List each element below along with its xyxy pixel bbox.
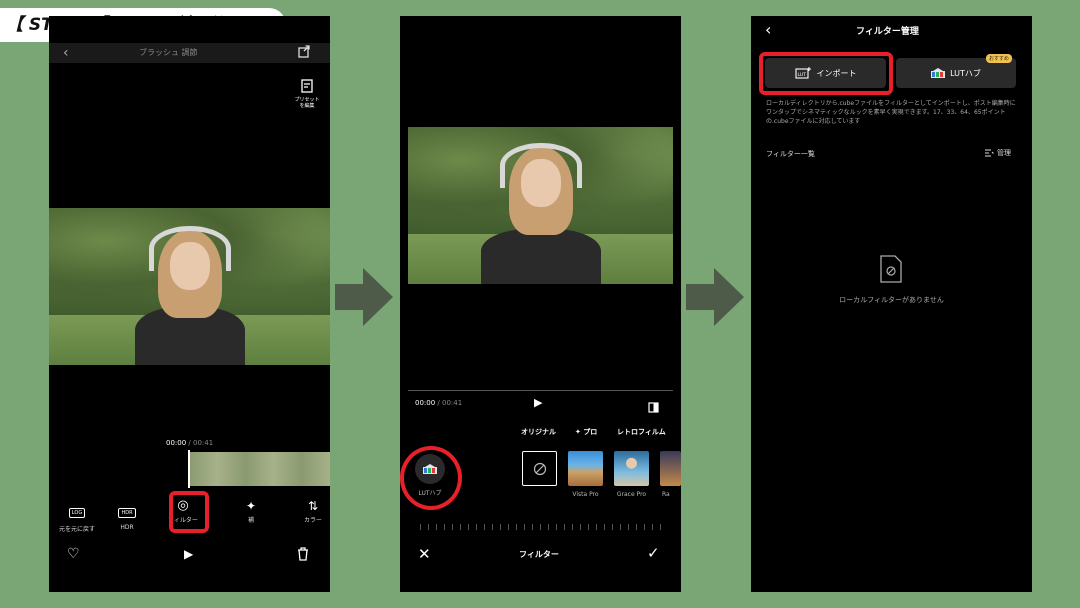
color-adjust-icon: ⇅ — [307, 499, 319, 513]
tool-hdr-label: HDR — [120, 524, 134, 531]
timeline-strip[interactable] — [189, 452, 330, 486]
empty-state-text: ローカルフィルターがありません — [839, 296, 944, 304]
manage-icon — [985, 149, 994, 157]
filter-ra[interactable] — [660, 451, 681, 486]
phone-screen-editor: ‹ ブラッシュ 調節 プリセット を編集 00:00 / 00:41 LOG 元… — [49, 16, 330, 592]
tab-retro-film[interactable]: レトロフィルム — [617, 427, 666, 437]
playhead[interactable] — [188, 450, 190, 488]
filter-vista-pro[interactable] — [568, 451, 603, 486]
phone-screen-filter-manager: ‹ フィルター管理 LUT インポート LUTハブ おすすめ ローカルディレクト… — [751, 16, 1032, 592]
tool-log[interactable]: LOG 元を元に戻す — [55, 499, 99, 533]
play-icon[interactable]: ▶ — [534, 396, 542, 409]
tool-hdr[interactable]: HDR HDR — [105, 499, 149, 531]
manage-label: 管理 — [997, 149, 1011, 157]
back-icon[interactable]: ‹ — [765, 20, 771, 39]
close-icon[interactable]: ✕ — [418, 545, 431, 563]
tab-original[interactable]: オリジナル — [521, 427, 556, 437]
video-preview — [408, 127, 673, 284]
filter-none[interactable] — [522, 451, 557, 486]
hdr-icon: HDR — [118, 508, 136, 518]
empty-file-icon — [879, 255, 903, 287]
lut-hub-icon — [931, 68, 946, 78]
recommend-badge: おすすめ — [986, 54, 1013, 63]
time-current: 00:00 — [166, 439, 187, 447]
arrow-right-icon — [335, 268, 393, 326]
phone-screen-filter: 00:00 / 00:41 ▶ オリジナル ✦ プロ レトロフィルム LUTハブ… — [400, 16, 681, 592]
time-total: / 00:41 — [188, 439, 214, 447]
arrow-right-icon — [686, 268, 744, 326]
time-total: / 00:41 — [437, 399, 463, 407]
tool-log-label: 元を元に戻す — [58, 526, 95, 533]
description: ローカルディレクトリから.cubeファイルをフィルターとしてインポートし、ポスト… — [766, 100, 1016, 125]
header-title: ブラッシュ 調節 — [139, 48, 198, 57]
highlight-import — [759, 52, 893, 95]
magic-icon: ✦ — [245, 499, 257, 513]
preset-edit-button[interactable]: プリセット を編集 — [289, 78, 325, 109]
log-icon: LOG — [68, 508, 86, 518]
filter-ra-label: Ra — [662, 491, 670, 498]
tool-color[interactable]: ⇅ カラー — [291, 499, 330, 524]
highlight-lut-hub — [400, 446, 462, 510]
filter-grace-pro-label: Grace Pro — [616, 491, 647, 498]
video-preview — [49, 208, 330, 365]
highlight-filter-tool — [169, 491, 209, 533]
bottom-title: フィルター — [519, 550, 559, 559]
filter-grace-pro[interactable] — [614, 451, 649, 486]
preset-edit-icon — [301, 79, 313, 93]
timecode: 00:00 / 00:41 — [166, 439, 213, 447]
preset-edit-label: プリセット を編集 — [294, 97, 320, 109]
trash-icon[interactable] — [297, 546, 309, 565]
time-current: 00:00 — [415, 399, 436, 407]
back-icon[interactable]: ‹ — [63, 45, 69, 61]
tool-magic[interactable]: ✦ 補 — [229, 499, 273, 524]
tab-pro[interactable]: ✦ プロ — [575, 427, 597, 437]
filter-vista-pro-label: Vista Pro — [572, 491, 599, 498]
play-icon[interactable]: ▶ — [184, 547, 193, 561]
header-title: フィルター管理 — [856, 27, 919, 37]
share-icon[interactable] — [297, 43, 311, 62]
heart-icon[interactable]: ♡ — [67, 546, 80, 562]
none-icon — [533, 462, 546, 475]
lut-hub-label: LUTハブ — [950, 68, 981, 78]
timecode: 00:00 / 00:41 — [415, 399, 462, 407]
intensity-ruler[interactable] — [420, 524, 665, 530]
compare-icon[interactable] — [648, 398, 659, 417]
manage-button[interactable]: 管理 — [985, 148, 1011, 158]
tool-color-label: カラー — [303, 517, 322, 524]
check-icon[interactable]: ✓ — [647, 544, 660, 562]
progress-track[interactable] — [408, 390, 673, 391]
list-title: フィルター一覧 — [766, 150, 815, 158]
tool-magic-label: 補 — [247, 517, 254, 524]
editor-header: ‹ ブラッシュ 調節 — [49, 43, 330, 63]
